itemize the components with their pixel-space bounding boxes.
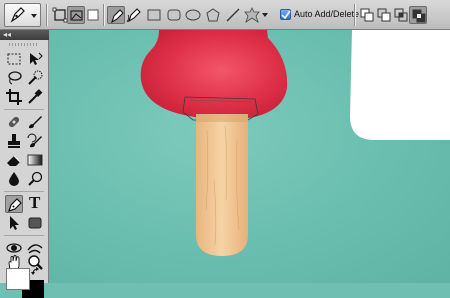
rounded-rectangle-icon xyxy=(167,9,181,21)
lasso-icon xyxy=(8,71,22,85)
rectangle-shape-option[interactable] xyxy=(145,6,163,24)
tool-preset-picker[interactable] xyxy=(4,3,41,27)
shape-menu-chevron-icon[interactable] xyxy=(262,13,268,18)
combine-subtract-button[interactable] xyxy=(375,6,393,24)
ice-pop-body xyxy=(140,30,288,120)
path-selection-icon xyxy=(10,216,19,230)
subtract-from-shape-icon xyxy=(377,8,391,22)
marquee-icon xyxy=(7,53,21,65)
crop-tool[interactable] xyxy=(5,88,23,106)
exclude-overlap-icon xyxy=(412,9,426,23)
collapse-arrows-icon: ◂◂ xyxy=(3,30,12,39)
rectangle-shape-icon xyxy=(28,217,42,229)
line-icon xyxy=(226,8,240,22)
pen-icon xyxy=(111,9,124,24)
freeform-pen-option[interactable] xyxy=(125,6,143,24)
custom-shape-option[interactable] xyxy=(243,6,261,24)
fill-pixels-button[interactable] xyxy=(84,6,102,24)
rectangle-icon xyxy=(147,9,161,21)
rectangle-tool[interactable] xyxy=(26,214,44,232)
tools-panel: T xyxy=(0,40,49,298)
pen-icon xyxy=(10,7,25,23)
panel-collapse-bar[interactable]: ◂◂ xyxy=(0,30,49,40)
white-rounded-shape xyxy=(350,30,450,140)
paths-button[interactable] xyxy=(67,6,85,24)
paths-icon xyxy=(70,10,83,21)
swap-colors-icon[interactable] xyxy=(31,267,41,277)
gradient-icon xyxy=(27,154,43,166)
options-bar: Auto Add/Delete xyxy=(0,0,450,30)
crop-icon xyxy=(6,89,22,105)
dodge-icon xyxy=(28,171,43,186)
auto-add-delete-checkbox[interactable] xyxy=(280,9,291,20)
eraser-icon xyxy=(7,155,21,166)
brush-tool[interactable] xyxy=(26,113,44,131)
history-brush-icon xyxy=(27,133,42,148)
pen-icon xyxy=(8,198,22,212)
line-option[interactable] xyxy=(224,6,242,24)
pen-tool-option[interactable] xyxy=(107,6,125,24)
stamp-icon xyxy=(8,134,20,148)
combine-intersect-button[interactable] xyxy=(392,6,410,24)
move-icon xyxy=(30,52,43,65)
shape-layers-icon xyxy=(52,7,68,23)
blur-drop-icon xyxy=(9,172,19,186)
wooden-stick xyxy=(196,114,248,256)
check-icon xyxy=(281,10,291,20)
freeform-pen-icon xyxy=(126,8,141,23)
chevron-down-icon xyxy=(31,14,37,18)
fill-pixels-icon xyxy=(87,9,99,21)
healing-brush-icon xyxy=(8,116,20,128)
auto-add-delete-label: Auto Add/Delete xyxy=(294,9,360,19)
blur-tool[interactable] xyxy=(5,170,23,188)
rectangular-marquee-tool[interactable] xyxy=(5,50,23,68)
add-to-shape-icon xyxy=(360,8,374,22)
path-selection-tool[interactable] xyxy=(5,214,23,232)
eraser-tool[interactable] xyxy=(5,151,23,169)
ellipse-icon xyxy=(185,9,201,21)
combine-exclude-button[interactable] xyxy=(409,6,427,24)
history-brush-tool[interactable] xyxy=(26,132,44,150)
quick-selection-tool[interactable] xyxy=(26,69,44,87)
dodge-tool[interactable] xyxy=(26,170,44,188)
eyedropper-icon xyxy=(28,89,43,104)
intersect-shape-icon xyxy=(394,8,408,22)
pen-tool[interactable] xyxy=(5,195,23,213)
spot-healing-brush-tool[interactable] xyxy=(5,113,23,131)
polygon-option[interactable] xyxy=(204,6,222,24)
gradient-tool[interactable] xyxy=(26,151,44,169)
combine-add-button[interactable] xyxy=(358,6,376,24)
foreground-color-swatch[interactable] xyxy=(6,268,30,290)
document-canvas[interactable] xyxy=(49,30,450,283)
lasso-tool[interactable] xyxy=(5,69,23,87)
quick-selection-icon xyxy=(28,70,43,85)
type-tool-icon: T xyxy=(29,193,41,212)
move-tool[interactable] xyxy=(26,50,44,68)
polygon-icon xyxy=(206,8,220,22)
brush-icon xyxy=(29,116,42,129)
popsicle-artwork xyxy=(140,30,450,256)
eyedropper-tool[interactable] xyxy=(26,88,44,106)
type-tool[interactable]: T xyxy=(26,193,44,213)
rounded-rectangle-option[interactable] xyxy=(165,6,183,24)
ellipse-option[interactable] xyxy=(184,6,202,24)
clone-stamp-tool[interactable] xyxy=(5,132,23,150)
panel-grip[interactable] xyxy=(9,43,39,46)
custom-shape-icon xyxy=(244,7,260,23)
